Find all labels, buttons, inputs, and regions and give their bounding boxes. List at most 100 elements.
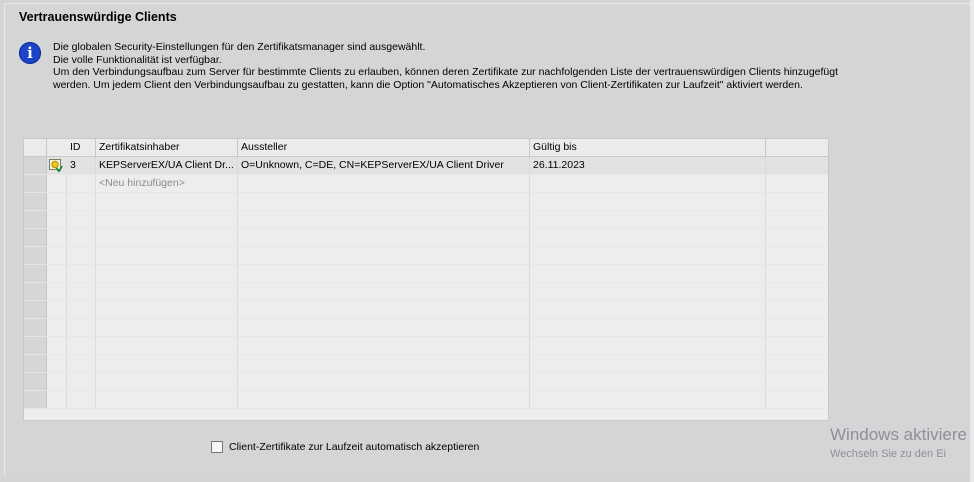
blank-cell <box>67 373 96 390</box>
blank-cell <box>67 247 96 264</box>
blank-cell <box>96 337 238 354</box>
add-row[interactable]: <Neu hinzufügen> <box>24 175 828 193</box>
info-line: Um den Verbindungsaufbau zum Server für … <box>53 66 839 78</box>
header-selector-column <box>24 139 47 156</box>
row-selector[interactable] <box>24 157 47 174</box>
cell-issuer: O=Unknown, C=DE, CN=KEPServerEX/UA Clien… <box>238 157 530 174</box>
blank-cell <box>47 337 67 354</box>
blank-cell <box>96 229 238 246</box>
row-selector[interactable] <box>24 265 47 282</box>
blank-cell <box>530 193 766 210</box>
row-selector[interactable] <box>24 391 47 408</box>
blank-cell <box>238 265 530 282</box>
blank-cell <box>96 391 238 408</box>
empty-rows <box>24 193 828 409</box>
window-edge <box>970 0 974 482</box>
blank-cell <box>238 373 530 390</box>
blank-cell <box>96 283 238 300</box>
blank-cell <box>47 175 67 192</box>
blank-cell <box>67 193 96 210</box>
empty-row <box>24 229 828 247</box>
blank-cell <box>67 175 96 192</box>
cell-owner: KEPServerEX/UA Client Dr... <box>96 157 238 174</box>
blank-cell <box>67 319 96 336</box>
blank-cell <box>238 355 530 372</box>
blank-cell <box>96 247 238 264</box>
blank-cell <box>530 175 766 192</box>
blank-cell <box>96 265 238 282</box>
blank-cell <box>530 265 766 282</box>
row-selector[interactable] <box>24 229 47 246</box>
empty-row <box>24 247 828 265</box>
blank-cell <box>530 283 766 300</box>
row-selector[interactable] <box>24 193 47 210</box>
blank-cell <box>47 265 67 282</box>
blank-cell <box>238 337 530 354</box>
cell-id: 3 <box>67 157 96 174</box>
blank-cell <box>47 391 67 408</box>
empty-row <box>24 337 828 355</box>
empty-row <box>24 193 828 211</box>
row-selector[interactable] <box>24 301 47 318</box>
blank-cell <box>47 229 67 246</box>
blank-cell <box>238 283 530 300</box>
blank-cell <box>238 193 530 210</box>
blank-cell <box>47 319 67 336</box>
auto-accept-label[interactable]: Client-Zertifikate zur Laufzeit automati… <box>229 441 479 453</box>
column-header-id[interactable]: ID <box>67 139 96 156</box>
blank-cell <box>530 247 766 264</box>
row-selector[interactable] <box>24 337 47 354</box>
activation-watermark: Windows aktiviere Wechseln Sie zu den Ei <box>830 425 967 460</box>
section-title: Vertrauenswürdige Clients <box>19 10 177 24</box>
blank-cell <box>47 193 67 210</box>
blank-cell <box>47 373 67 390</box>
row-selector[interactable] <box>24 355 47 372</box>
info-icon: i <box>19 42 41 64</box>
blank-cell <box>67 265 96 282</box>
row-selector[interactable] <box>24 175 47 192</box>
add-new-placeholder[interactable]: <Neu hinzufügen> <box>96 175 238 192</box>
blank-cell <box>238 247 530 264</box>
blank-cell <box>47 301 67 318</box>
empty-row <box>24 211 828 229</box>
blank-cell <box>67 301 96 318</box>
row-selector[interactable] <box>24 283 47 300</box>
watermark-line: Windows aktiviere <box>830 425 967 444</box>
certificate-icon <box>49 159 63 172</box>
empty-row <box>24 301 828 319</box>
cell-valid-until: 26.11.2023 <box>530 157 766 174</box>
blank-cell <box>67 229 96 246</box>
column-header-owner[interactable]: Zertifikatsinhaber <box>96 139 238 156</box>
trusted-clients-panel: Vertrauenswürdige Clients i Die globalen… <box>4 3 971 476</box>
header-spacer <box>47 139 67 156</box>
blank-cell <box>530 319 766 336</box>
info-line: Die globalen Security-Einstellungen für … <box>53 41 426 53</box>
blank-cell <box>238 301 530 318</box>
blank-cell <box>238 319 530 336</box>
watermark-line: Wechseln Sie zu den Ei <box>830 448 946 460</box>
blank-cell <box>47 211 67 228</box>
blank-cell <box>530 373 766 390</box>
blank-cell <box>67 391 96 408</box>
info-line: werden. Um jedem Client den Verbindungsa… <box>53 78 803 91</box>
row-selector[interactable] <box>24 319 47 336</box>
blank-cell <box>96 355 238 372</box>
row-selector[interactable] <box>24 247 47 264</box>
blank-cell <box>238 175 530 192</box>
blank-cell <box>47 283 67 300</box>
blank-cell <box>238 211 530 228</box>
blank-cell <box>96 193 238 210</box>
column-header-valid-until[interactable]: Gültig bis <box>530 139 766 156</box>
empty-row <box>24 283 828 301</box>
info-message: Die globalen Security-Einstellungen für … <box>53 41 933 91</box>
empty-row <box>24 265 828 283</box>
row-selector[interactable] <box>24 373 47 390</box>
auto-accept-checkbox[interactable] <box>211 441 223 453</box>
trusted-clients-table[interactable]: ID Zertifikatsinhaber Aussteller Gültig … <box>23 138 829 421</box>
column-header-issuer[interactable]: Aussteller <box>238 139 530 156</box>
row-selector[interactable] <box>24 211 47 228</box>
blank-cell <box>530 211 766 228</box>
table-body: 3 KEPServerEX/UA Client Dr... O=Unknown,… <box>24 157 828 409</box>
table-row[interactable]: 3 KEPServerEX/UA Client Dr... O=Unknown,… <box>24 157 828 175</box>
blank-cell <box>67 337 96 354</box>
